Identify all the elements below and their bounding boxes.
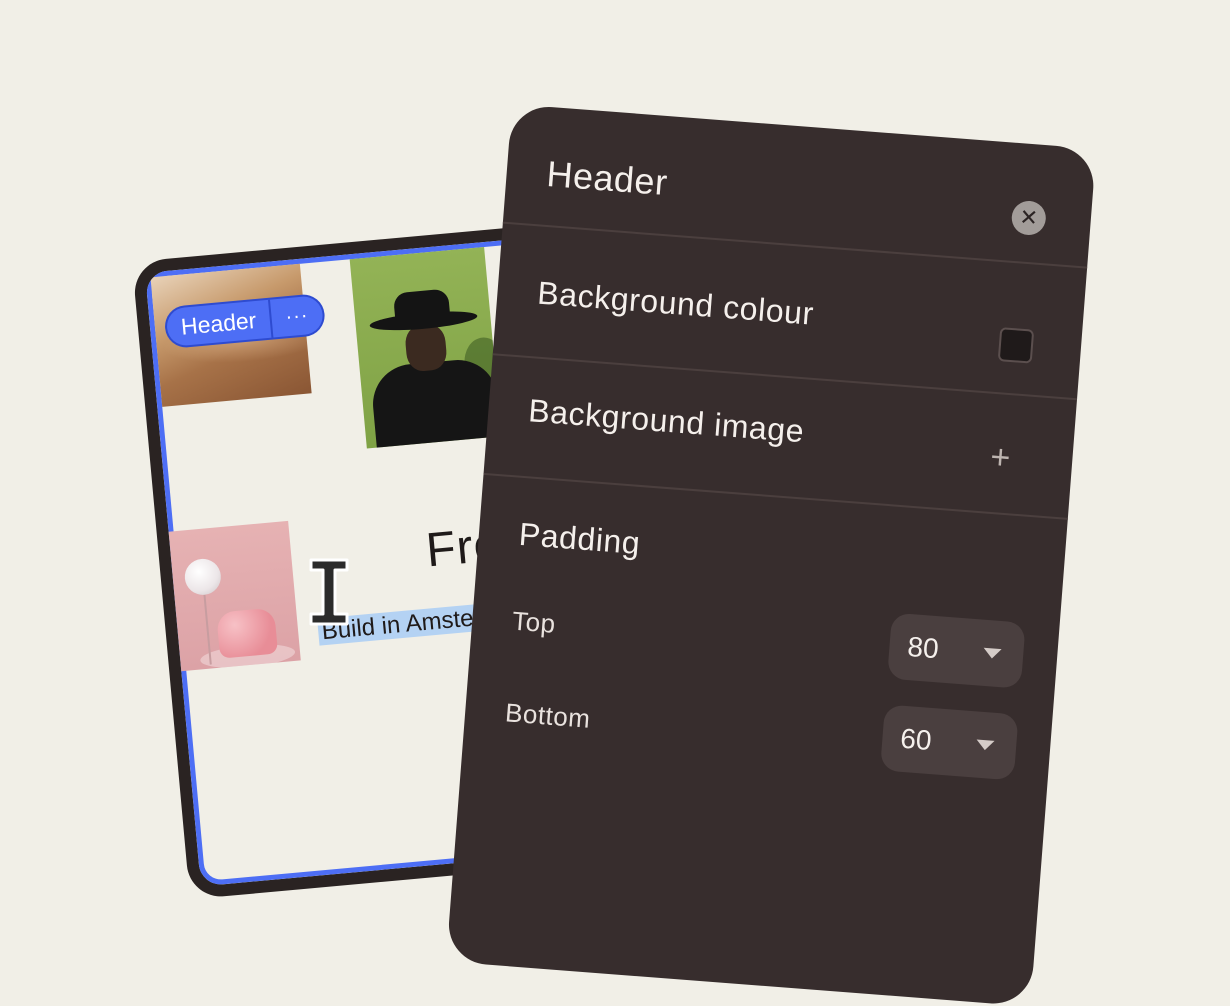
divider: [492, 353, 1078, 401]
room-image[interactable]: [168, 520, 301, 672]
background-colour-swatch[interactable]: [997, 327, 1035, 364]
panel-title: Header: [545, 152, 670, 204]
section-chip-label[interactable]: Header: [166, 305, 271, 341]
background-image-label: Background image: [527, 392, 806, 450]
padding-label: Padding: [517, 515, 642, 562]
padding-top-value: 80: [906, 630, 940, 665]
text-cursor-icon: [309, 558, 349, 626]
divider: [502, 221, 1088, 269]
padding-top-label: Top: [511, 605, 557, 639]
padding-top-select[interactable]: 80: [887, 612, 1026, 689]
more-options-button[interactable]: ···: [271, 303, 324, 331]
close-icon[interactable]: ✕: [1010, 199, 1048, 237]
chevron-down-icon: [975, 739, 995, 751]
padding-bottom-label: Bottom: [504, 697, 592, 734]
padding-bottom-value: 60: [899, 722, 933, 757]
portrait-image[interactable]: [349, 247, 502, 449]
chevron-down-icon: [982, 647, 1002, 660]
background-colour-label: Background colour: [536, 274, 816, 332]
padding-bottom-select[interactable]: 60: [879, 704, 1019, 781]
settings-panel: Header ✕ Background colour Background im…: [446, 104, 1097, 1006]
plus-icon[interactable]: +: [982, 438, 1019, 477]
divider: [483, 472, 1068, 520]
